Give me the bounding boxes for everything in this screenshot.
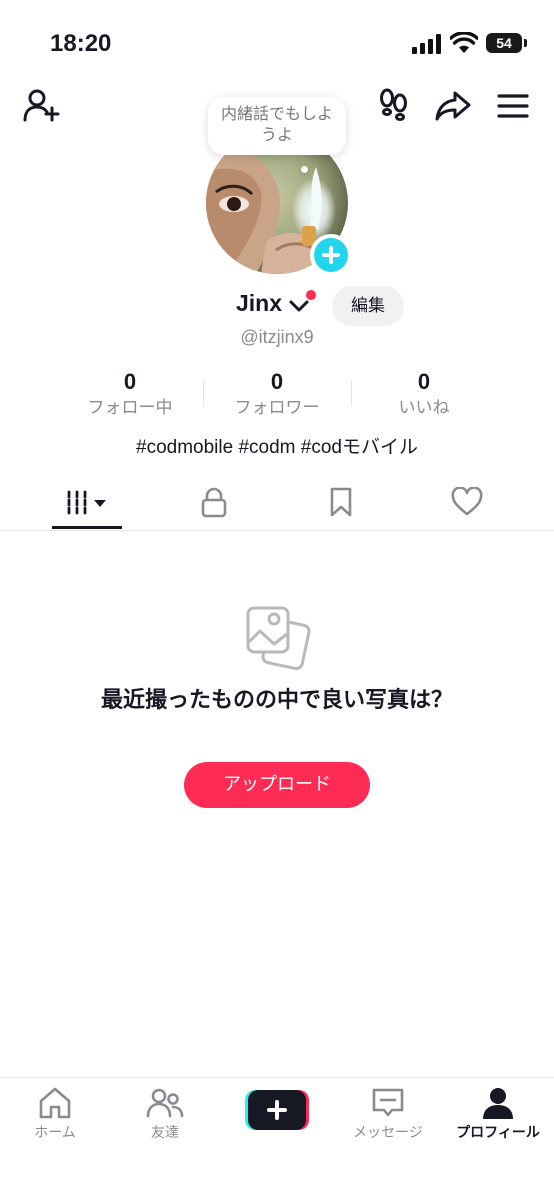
username: @itzjinx9 [240, 327, 314, 347]
create-button[interactable] [245, 1090, 309, 1130]
stat-followers[interactable]: 0 フォロワー [202, 368, 352, 420]
cellular-signal-icon [412, 34, 441, 54]
display-name[interactable]: Jinx [236, 290, 282, 317]
empty-state-title: 最近撮ったものの中で良い写真は？ [100, 688, 453, 713]
tab-videos[interactable] [32, 480, 142, 526]
note-bubble-tail [301, 166, 308, 173]
friends-icon [146, 1088, 184, 1118]
add-friend-icon[interactable] [22, 88, 60, 124]
likes-label: いいね [398, 398, 450, 418]
tab-saved[interactable] [286, 480, 396, 526]
active-tab-indicator [52, 526, 122, 529]
nav-friends-label: 友達 [151, 1125, 179, 1141]
edit-profile-button[interactable]: 編集 [332, 286, 404, 326]
wifi-icon [450, 32, 478, 53]
tab-liked[interactable] [412, 480, 522, 526]
bookmark-icon [330, 487, 352, 517]
add-story-button[interactable] [310, 234, 352, 276]
following-label: フォロー中 [87, 398, 173, 418]
nav-profile-label: プロフィール [456, 1125, 540, 1141]
nav-profile[interactable]: プロフィール [443, 1086, 553, 1142]
create-icon [248, 1090, 306, 1130]
battery-icon: 54 [486, 33, 522, 53]
bottom-nav: ホーム 友達 メッセージ プロフィール [0, 1077, 554, 1200]
tabs-divider [0, 530, 554, 531]
photos-icon [246, 606, 311, 671]
following-count: 0 [123, 369, 137, 394]
battery-cap [524, 39, 527, 47]
footprints-icon[interactable] [376, 88, 412, 124]
followers-count: 0 [270, 369, 284, 394]
menu-icon[interactable] [496, 92, 530, 120]
stat-following[interactable]: 0 フォロー中 [55, 368, 205, 420]
home-icon [39, 1087, 71, 1119]
share-icon[interactable] [434, 88, 472, 124]
likes-count: 0 [417, 369, 431, 394]
stat-likes[interactable]: 0 いいね [349, 368, 499, 420]
inbox-icon [372, 1088, 404, 1117]
followers-label: フォロワー [234, 398, 320, 418]
nav-inbox[interactable]: メッセージ [333, 1086, 443, 1142]
nav-home[interactable]: ホーム [0, 1086, 110, 1142]
upload-button[interactable]: アップロード [184, 762, 370, 808]
nav-home-label: ホーム [34, 1125, 76, 1141]
status-bar: 18:20 54 [0, 0, 554, 80]
chevron-down-icon[interactable] [288, 298, 310, 314]
notification-dot [306, 290, 316, 300]
profile-bio: #codmobile #codm #codモバイル [136, 437, 418, 458]
tab-private[interactable] [158, 480, 268, 526]
grid-icon [67, 490, 106, 515]
heart-icon [451, 487, 483, 516]
status-time: 18:20 [50, 30, 112, 57]
battery-level: 54 [496, 35, 512, 51]
nav-friends[interactable]: 友達 [110, 1086, 220, 1142]
nav-inbox-label: メッセージ [353, 1125, 423, 1141]
lock-icon [201, 487, 227, 518]
profile-icon [483, 1088, 513, 1119]
note-bubble[interactable]: 内緒話でもしようよ [208, 97, 346, 155]
